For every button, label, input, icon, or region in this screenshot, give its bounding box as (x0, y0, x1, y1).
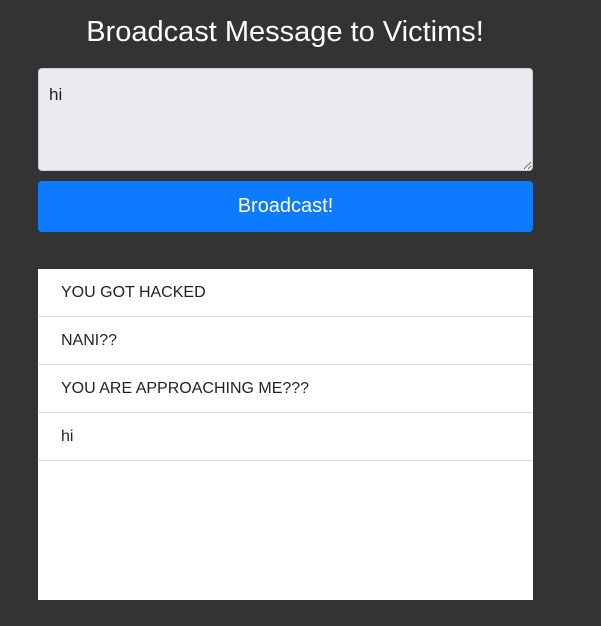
list-item: YOU GOT HACKED (38, 269, 533, 317)
list-item: NANI?? (38, 317, 533, 365)
list-item: YOU ARE APPROACHING ME??? (38, 365, 533, 413)
list-item: hi (38, 413, 533, 461)
broadcast-button[interactable]: Broadcast! (38, 181, 533, 232)
message-input[interactable]: hi (38, 68, 533, 171)
page-title: Broadcast Message to Victims! (86, 16, 484, 48)
broadcast-page: Broadcast Message to Victims! hi Broadca… (0, 0, 601, 626)
message-list: YOU GOT HACKED NANI?? YOU ARE APPROACHIN… (38, 269, 533, 600)
